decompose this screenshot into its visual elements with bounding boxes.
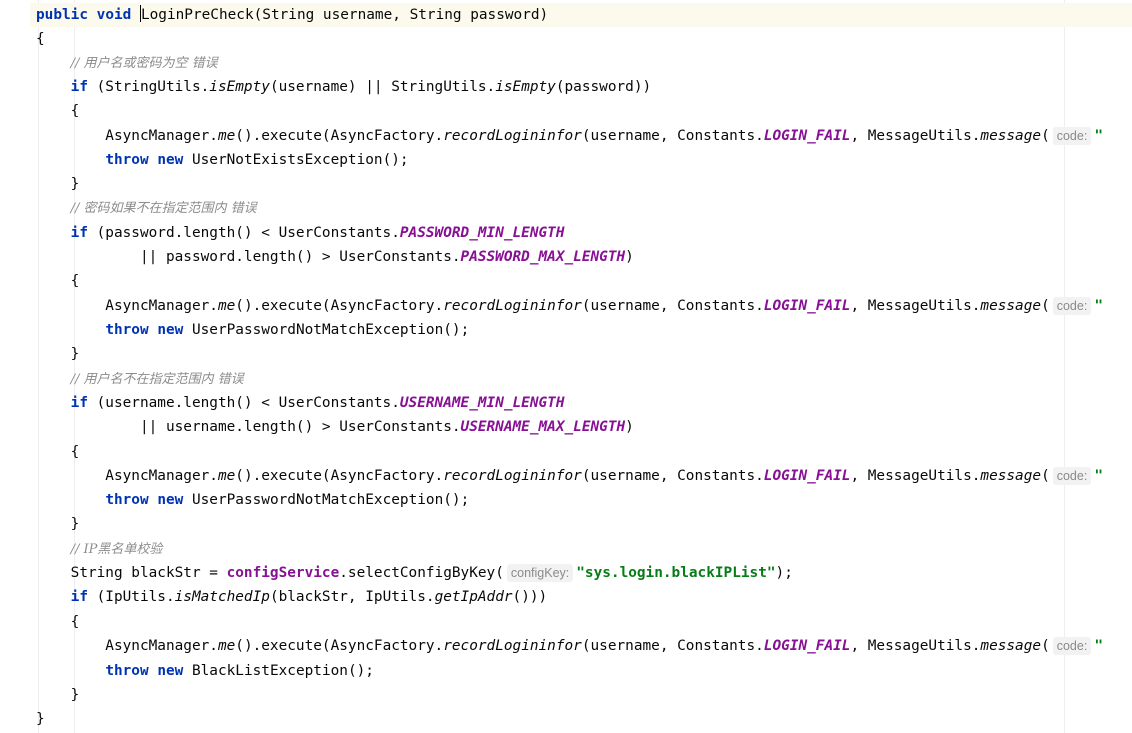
code-comment: // 用户名或密码为空 错误 (70, 56, 218, 71)
parameter-hint: code: (1052, 297, 1092, 315)
code-line[interactable]: if (password.length() < UserConstants.PA… (36, 221, 565, 245)
code-editor[interactable]: 2 4 ✓2 ^ public void LoginPreCheck(Strin… (0, 0, 1132, 733)
parameter-hint: code: (1052, 637, 1092, 655)
code-comment: // 密码如果不在指定范围内 错误 (70, 201, 257, 216)
code-line[interactable]: throw new UserPasswordNotMatchException(… (36, 488, 469, 512)
code-line[interactable]: || username.length() > UserConstants.USE… (36, 415, 634, 439)
code-line[interactable]: } (36, 342, 80, 366)
code-line[interactable]: { (36, 269, 80, 293)
code-line[interactable]: // IP黑名单校验 (36, 537, 163, 561)
code-comment: // IP黑名单校验 (70, 542, 163, 557)
code-line[interactable]: } (36, 707, 45, 731)
code-line[interactable]: } (36, 683, 80, 707)
code-line[interactable]: } (36, 172, 80, 196)
code-line[interactable]: String blackStr = configService.selectCo… (36, 561, 793, 585)
code-line[interactable]: } (36, 512, 80, 536)
method-name: LoginPreCheck (140, 7, 254, 23)
parameter-hint: configKey: (506, 564, 574, 582)
method-params: (String username, String password) (253, 7, 549, 23)
code-line[interactable]: throw new UserPasswordNotMatchException(… (36, 318, 469, 342)
code-line[interactable]: if (StringUtils.isEmpty(username) || Str… (36, 75, 652, 99)
code-line[interactable]: { (36, 27, 45, 51)
code-line[interactable]: AsyncManager.me().execute(AsyncFactory.r… (36, 634, 1103, 658)
code-line[interactable]: // 用户名不在指定范围内 错误 (36, 367, 244, 391)
code-line[interactable]: throw new BlackListException(); (36, 659, 374, 683)
code-line[interactable]: { (36, 440, 80, 464)
code-line[interactable]: // 用户名或密码为空 错误 (36, 51, 218, 75)
code-line[interactable]: { (36, 99, 80, 123)
code-line[interactable]: public void LoginPreCheck(String usernam… (30, 3, 1132, 27)
code-line[interactable]: if (username.length() < UserConstants.US… (36, 391, 565, 415)
code-line[interactable]: if (IpUtils.isMatchedIp(blackStr, IpUtil… (36, 585, 548, 609)
parameter-hint: code: (1052, 467, 1092, 485)
code-line[interactable]: || password.length() > UserConstants.PAS… (36, 245, 634, 269)
code-comment: // 用户名不在指定范围内 错误 (70, 372, 244, 387)
code-line[interactable]: AsyncManager.me().execute(AsyncFactory.r… (36, 294, 1103, 318)
parameter-hint: code: (1052, 127, 1092, 145)
code-line[interactable]: throw new UserNotExistsException(); (36, 148, 408, 172)
code-line[interactable]: AsyncManager.me().execute(AsyncFactory.r… (36, 124, 1103, 148)
code-line[interactable]: { (36, 610, 80, 634)
code-line[interactable]: // 密码如果不在指定范围内 错误 (36, 196, 257, 220)
code-line[interactable]: AsyncManager.me().execute(AsyncFactory.r… (36, 464, 1103, 488)
